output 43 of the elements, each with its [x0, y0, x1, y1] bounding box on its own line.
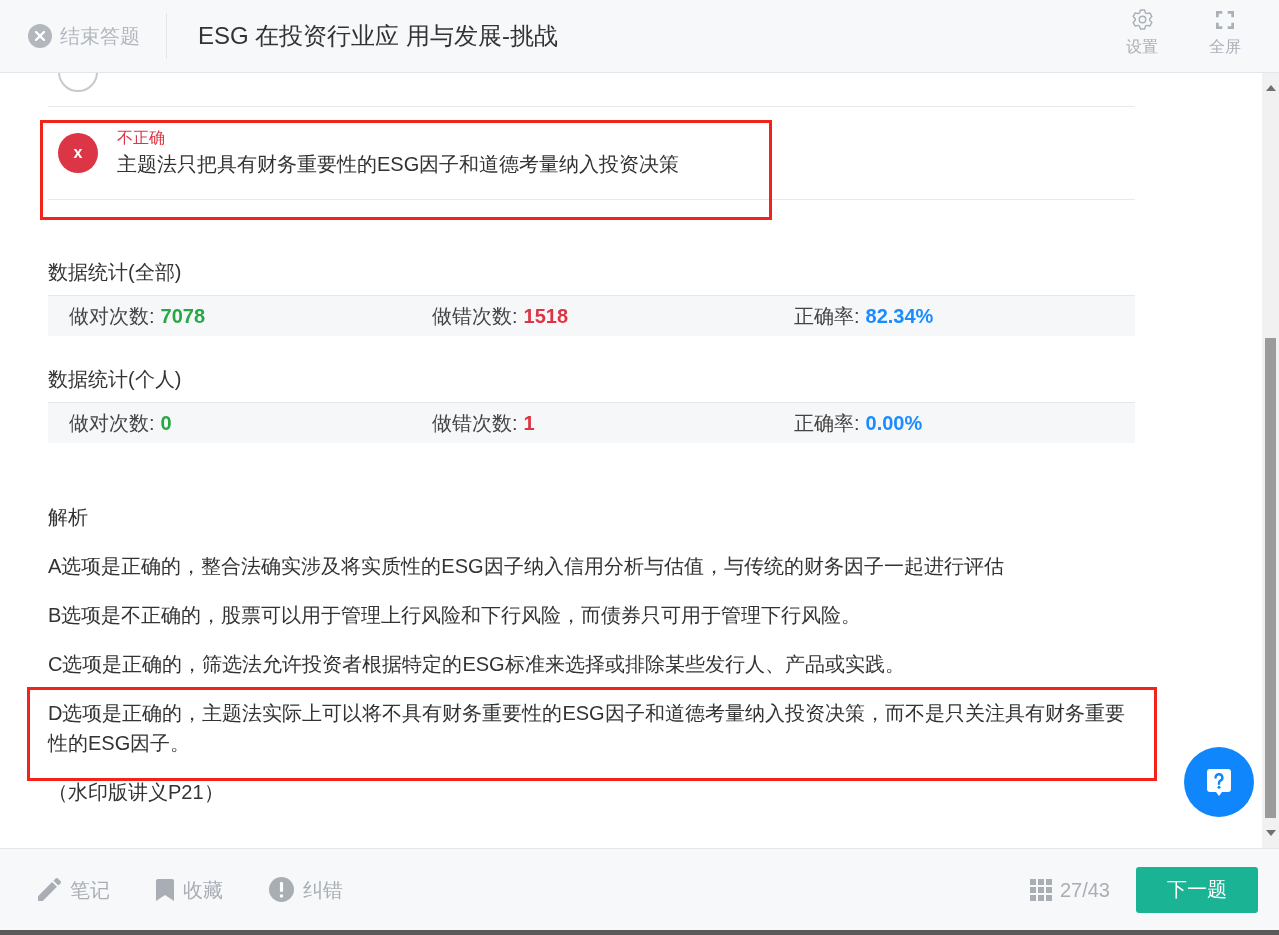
scroll-down-icon[interactable] [1265, 830, 1276, 836]
analysis-paragraph: D选项是正确的，主题法实际上可以将不具有财务重要性的ESG因子和道德考量纳入投资决策，而不是只关注具有财务重要性的ESG因子。 [48, 701, 1126, 756]
progress-button[interactable]: 27/43 [1029, 874, 1110, 905]
question-bubble-icon [1207, 768, 1231, 796]
stat-value: 7078 [160, 304, 206, 329]
settings-button[interactable]: 设置 [1119, 9, 1165, 57]
stat-value: 82.34% [865, 304, 934, 329]
scroll-up-icon[interactable] [1265, 85, 1276, 91]
stat-label: 做错次数: [432, 411, 518, 436]
analysis-paragraph: A选项是正确的，整合法确实涉及将实质性的ESG因子纳入信用分析与估值，与传统的财务因子一起进行评估 [48, 554, 1005, 579]
notes-button[interactable]: 笔记 [38, 874, 110, 905]
stat-label: 做对次数: [69, 304, 155, 329]
next-question-button[interactable]: 下一题 [1136, 866, 1258, 913]
grid-icon [1029, 878, 1052, 901]
exit-button[interactable]: 结束答题 [28, 21, 140, 51]
stat-label: 正确率: [794, 411, 860, 436]
stat-value: 0.00% [865, 411, 923, 436]
wrong-answer-marker: x [58, 133, 98, 173]
analysis-paragraph: C选项是正确的，筛选法允许投资者根据特定的ESG标准来选择或排除某些发行人、产品或实践。 [48, 652, 906, 677]
stat-label: 做错次数: [432, 304, 518, 329]
bookmark-icon [156, 878, 174, 901]
stat-value: 0 [160, 411, 172, 436]
page-title: ESG 在投资行业应 用与发展-挑战 [198, 21, 558, 51]
stat-label: 做对次数: [69, 411, 155, 436]
exclamation-icon [269, 877, 294, 902]
stats-title: 数据统计(全部) [48, 260, 183, 285]
option-text: 主题法只把具有财务重要性的ESG因子和道德考量纳入投资决策 [117, 152, 680, 177]
report-error-button[interactable]: 纠错 [269, 874, 343, 905]
fullscreen-button[interactable]: 全屏 [1202, 9, 1248, 57]
scrollbar-thumb[interactable] [1265, 338, 1276, 818]
analysis-paragraph: B选项是不正确的，股票可以用于管理上行风险和下行风险，而债券只可用于管理下行风险。 [48, 603, 863, 628]
close-icon [28, 24, 52, 48]
fullscreen-icon [1216, 10, 1234, 29]
stats-title: 数据统计(个人) [48, 367, 183, 392]
analysis-title: 解析 [48, 505, 89, 530]
source-note: （水印版讲义P21） [48, 780, 225, 805]
pencil-icon [38, 878, 61, 901]
stat-label: 正确率: [794, 304, 860, 329]
verdict-label: 不正确 [117, 128, 165, 148]
stat-value: 1 [523, 411, 535, 436]
stat-value: 1518 [523, 304, 569, 329]
bookmark-button[interactable]: 收藏 [156, 874, 223, 905]
settings-icon [1131, 9, 1153, 30]
